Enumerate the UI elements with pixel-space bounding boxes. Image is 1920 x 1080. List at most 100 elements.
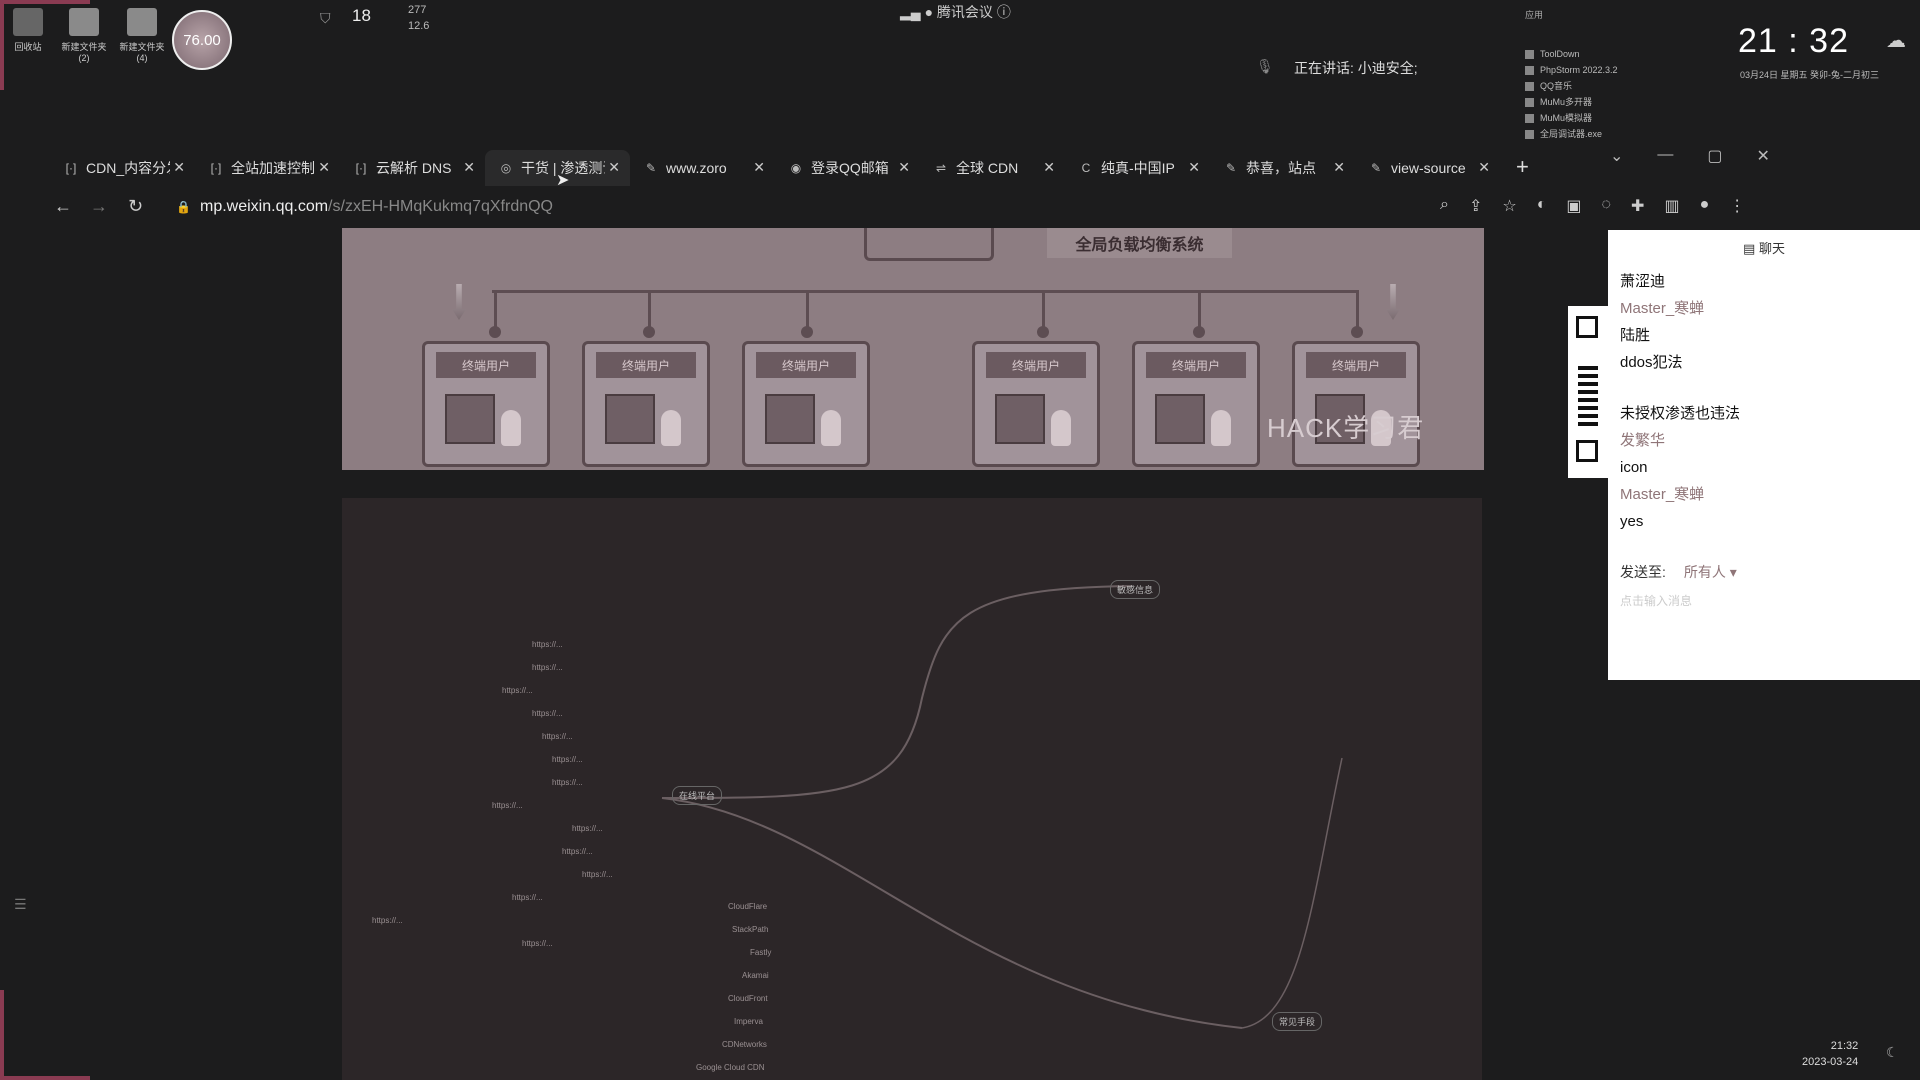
mindmap-cdn-leaf: Akamai bbox=[742, 971, 769, 980]
tray-app-item[interactable]: 全局调试器.exe bbox=[1525, 126, 1618, 142]
diagram-connector bbox=[648, 290, 651, 330]
computer-icon bbox=[445, 394, 495, 444]
tab-global-cdn[interactable]: ⇌ 全球 CDN ✕ bbox=[920, 150, 1065, 186]
person-icon bbox=[501, 410, 521, 446]
recipient-select[interactable]: 所有人 ▾ bbox=[1684, 564, 1737, 580]
menu-icon[interactable]: ⋮ bbox=[1729, 196, 1745, 216]
mindmap-leaf: https://... bbox=[542, 732, 573, 741]
close-icon[interactable]: ✕ bbox=[318, 159, 330, 176]
chat-line: 萧涩迪 bbox=[1620, 273, 1666, 290]
tray-app-item[interactable]: PhpStorm 2022.3.2 bbox=[1525, 62, 1618, 78]
mindmap-lines bbox=[661, 585, 1343, 1029]
reload-icon[interactable]: ↻ bbox=[128, 196, 143, 217]
share-icon[interactable]: ⇪ bbox=[1469, 196, 1482, 216]
chat-panel: ▤ 聊天 萧涩迪 Master_寒蝉 陆胜 ddos犯法 未授权渗透也违法 发繁… bbox=[1608, 230, 1920, 680]
window-controls: ⌄ — ▢ ✕ bbox=[1610, 146, 1770, 166]
sidepanel-icon[interactable]: ▥ bbox=[1664, 196, 1679, 216]
close-icon[interactable]: ✕ bbox=[753, 159, 765, 176]
chat-line: ddos犯法 bbox=[1620, 354, 1683, 371]
tray-app-item[interactable]: MuMu模拟器 bbox=[1525, 110, 1618, 126]
computer-icon bbox=[995, 394, 1045, 444]
end-user-node: 终端用户 bbox=[422, 341, 550, 467]
mindmap-leaf: https://... bbox=[372, 916, 403, 925]
page-icon: [·] bbox=[210, 161, 222, 175]
page-icon: C bbox=[1081, 161, 1091, 175]
extension-icon[interactable]: ▣ bbox=[1566, 196, 1581, 216]
tab-site-accel[interactable]: [·] 全站加速控制 ✕ bbox=[195, 150, 340, 186]
app-icon bbox=[1525, 49, 1534, 59]
tab-dns[interactable]: [·] 云解析 DNS ✕ bbox=[340, 150, 485, 186]
list-icon[interactable]: ☰ bbox=[14, 896, 27, 913]
end-user-node: 终端用户 bbox=[742, 341, 870, 467]
mindmap-leaf: https://... bbox=[532, 663, 563, 672]
star-icon[interactable]: ☆ bbox=[1502, 196, 1516, 216]
desktop-accent bbox=[0, 0, 90, 4]
close-icon[interactable]: ✕ bbox=[1188, 159, 1200, 176]
close-icon[interactable]: ✕ bbox=[173, 159, 185, 176]
meeting-indicator[interactable]: ▂▄ ● 腾讯会议 ⓘ bbox=[900, 2, 1011, 22]
computer-icon bbox=[765, 394, 815, 444]
performance-badge[interactable]: 76.00 bbox=[172, 10, 232, 70]
desktop-icon-recycle-bin[interactable]: 回收站 bbox=[0, 8, 56, 53]
close-icon[interactable]: ✕ bbox=[1478, 159, 1490, 176]
desktop-clock-date: 03月24日 星期五 癸卯-兔-二月初三 bbox=[1740, 70, 1880, 80]
mindmap-hub: 在线平台 bbox=[672, 786, 723, 805]
mindmap-leaf: https://... bbox=[552, 755, 583, 764]
signal-icon: ▂▄ ● bbox=[900, 4, 934, 20]
lock-icon: 🔒 bbox=[176, 200, 191, 214]
tab-cdn[interactable]: [·]CDN_内容分发✕ bbox=[50, 150, 195, 186]
tab-zoro[interactable]: ✎ www.zoro ✕ bbox=[630, 150, 775, 186]
mindmap-cdn-leaf: CloudFlare bbox=[728, 902, 768, 911]
mindmap-image: 敏感信息 在线平台 常见手段 https://... https://... h… bbox=[342, 498, 1482, 1080]
close-icon[interactable]: ✕ bbox=[1757, 146, 1770, 166]
address-bar[interactable]: mp.weixin.qq.com/s/zxEH-HMqKukmq7qXfrdnQ… bbox=[200, 198, 553, 216]
tab-ip[interactable]: C 纯真-中国IP ✕ bbox=[1065, 150, 1210, 186]
new-tab-button[interactable]: + bbox=[1516, 154, 1529, 180]
watermark: HACK学习君 bbox=[1267, 413, 1425, 443]
diagram-dot bbox=[1193, 326, 1205, 338]
qr-code bbox=[1568, 306, 1608, 478]
page-icon: [·] bbox=[355, 161, 367, 175]
tray-app-item[interactable]: QQ音乐 bbox=[1525, 78, 1618, 94]
tab-view-source[interactable]: ✎ view-source ✕ bbox=[1355, 150, 1500, 186]
close-icon[interactable]: ✕ bbox=[1333, 159, 1345, 176]
tab-qqmail[interactable]: ◉ 登录QQ邮箱 ✕ bbox=[775, 150, 920, 186]
chat-input[interactable]: 点击输入消息 bbox=[1620, 592, 1692, 609]
diagram-dot bbox=[801, 326, 813, 338]
close-icon[interactable]: ✕ bbox=[463, 159, 475, 176]
extension-icon[interactable]: ◌ bbox=[1602, 196, 1612, 216]
page-icon: ◉ bbox=[790, 161, 802, 175]
end-user-node: 终端用户 bbox=[972, 341, 1100, 467]
mindmap-cdn-leaf: StackPath bbox=[732, 925, 769, 934]
close-icon[interactable]: ✕ bbox=[608, 159, 620, 176]
profile-icon[interactable]: ● bbox=[1700, 196, 1710, 216]
computer-icon bbox=[605, 394, 655, 444]
desktop-icon-folder-4[interactable]: 新建文件夹 (4) bbox=[114, 8, 170, 63]
taskbar-clock: 21:32 2023-03-24 bbox=[1802, 1040, 1859, 1068]
back-icon[interactable]: ← bbox=[54, 196, 72, 217]
close-icon[interactable]: ✕ bbox=[898, 159, 910, 176]
diagram-connector bbox=[492, 290, 1358, 293]
person-icon bbox=[1051, 410, 1071, 446]
computer-icon bbox=[1155, 394, 1205, 444]
desktop-icon-folder-2[interactable]: 新建文件夹 (2) bbox=[56, 8, 112, 63]
close-icon[interactable]: ✕ bbox=[1043, 159, 1055, 176]
tray-app-item[interactable]: MuMu多开器 bbox=[1525, 94, 1618, 110]
tab-site[interactable]: ✎ 恭喜，站点 ✕ bbox=[1210, 150, 1355, 186]
forward-icon[interactable]: → bbox=[90, 196, 108, 217]
moon-icon: ☾ bbox=[1886, 1044, 1899, 1060]
chevron-down-icon[interactable]: ⌄ bbox=[1610, 146, 1623, 166]
tray-app-item[interactable]: ToolDown bbox=[1525, 46, 1618, 62]
zoom-icon[interactable]: ⌕ bbox=[1440, 196, 1449, 216]
chat-line: icon bbox=[1620, 459, 1648, 476]
diagram-dot bbox=[1351, 326, 1363, 338]
qr-modules bbox=[1578, 366, 1598, 426]
tab-strip: [·]CDN_内容分发✕ [·]全站加速控制✕ [·]云解析 DNS✕ ◎干货 … bbox=[50, 150, 1500, 186]
folder-icon bbox=[127, 8, 157, 36]
puzzle-icon[interactable]: ✚ bbox=[1631, 196, 1644, 216]
minimize-icon[interactable]: — bbox=[1657, 146, 1673, 166]
mindmap-leaf: https://... bbox=[522, 939, 553, 948]
maximize-icon[interactable]: ▢ bbox=[1707, 146, 1722, 166]
extension-icon[interactable]: ◐ bbox=[1537, 196, 1547, 216]
qr-finder bbox=[1576, 440, 1598, 462]
